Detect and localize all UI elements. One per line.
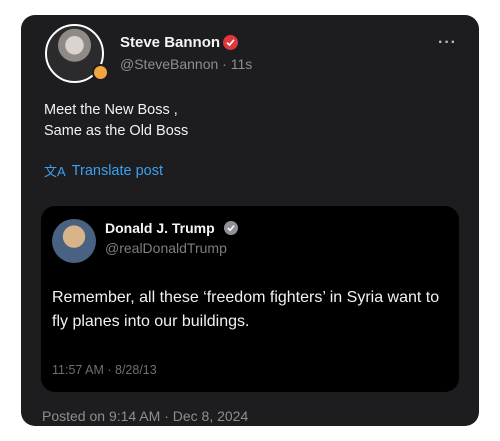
translate-icon: 文A xyxy=(44,164,66,179)
translate-label: Translate post xyxy=(71,162,164,179)
quoted-post-text: Remember, all these ‘freedom fighters’ i… xyxy=(52,289,440,330)
translate-post-link[interactable]: 文A Translate post xyxy=(44,161,163,180)
post-text: Meet the New Boss , Same as the Old Boss xyxy=(44,100,424,142)
post-card: Steve Bannon @SteveBannon · 11s ··· Meet… xyxy=(21,15,479,426)
quoted-author-name[interactable]: Donald J. Trump xyxy=(105,220,215,236)
author-handle[interactable]: @SteveBannon · 11s xyxy=(120,56,252,72)
post-text-line: Meet the New Boss , xyxy=(44,102,178,118)
quoted-author-handle[interactable]: @realDonaldTrump xyxy=(105,240,227,256)
verified-badge-icon xyxy=(223,35,238,50)
quoted-author-avatar[interactable] xyxy=(52,219,96,263)
avatar-badge-icon xyxy=(92,64,109,81)
author-name[interactable]: Steve Bannon xyxy=(120,34,220,51)
quoted-post[interactable]: Donald J. Trump @realDonaldTrump Remembe… xyxy=(41,206,459,392)
verified-badge-icon xyxy=(224,221,238,235)
posted-on-timestamp: Posted on 9:14 AM · Dec 8, 2024 xyxy=(42,408,249,424)
quoted-post-timestamp[interactable]: 11:57 AM · 8/28/13 xyxy=(52,363,157,377)
more-options-icon[interactable]: ··· xyxy=(438,34,457,52)
post-text-line: Same as the Old Boss xyxy=(44,123,189,139)
